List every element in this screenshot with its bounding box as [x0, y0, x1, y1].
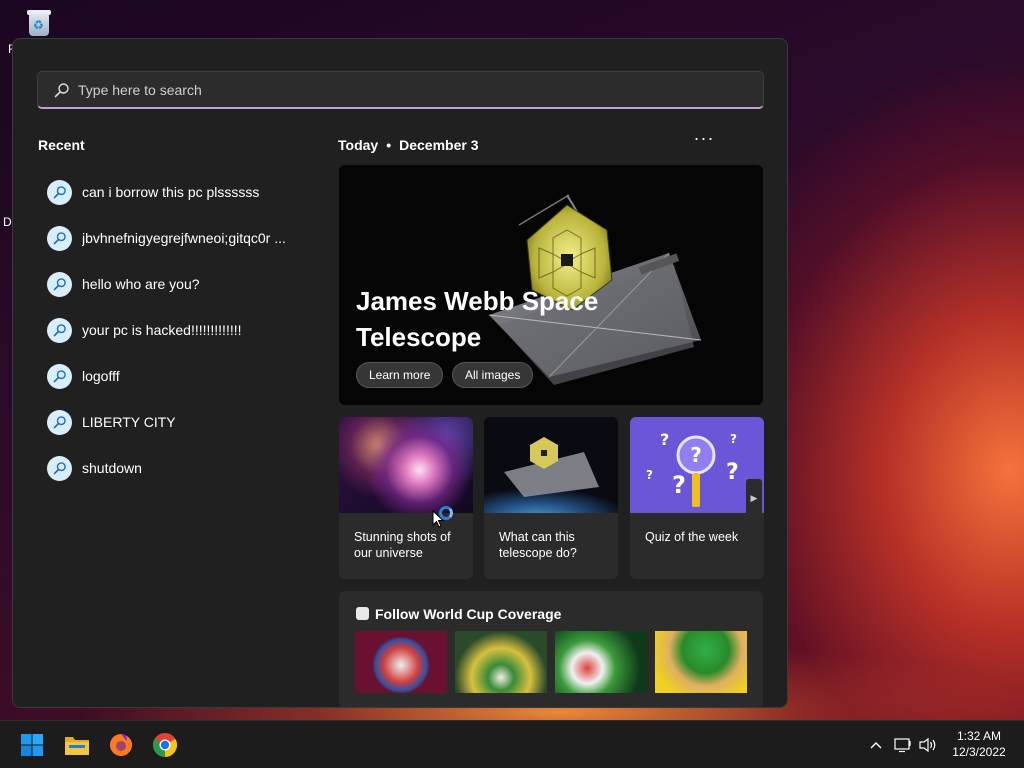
- recent-search-item[interactable]: logofff: [47, 353, 317, 399]
- search-panel: Recent can i borrow this pc plssssss jbv…: [12, 38, 788, 708]
- flags-ball-image[interactable]: [555, 631, 647, 693]
- network-button[interactable]: [892, 733, 914, 757]
- firefox-icon: [110, 734, 132, 756]
- chrome-button[interactable]: [149, 729, 181, 761]
- busy-spinner-icon: [439, 506, 453, 520]
- search-icon: [47, 271, 72, 297]
- svg-text:?: ?: [672, 471, 686, 499]
- card-label: Quiz of the week: [645, 530, 739, 544]
- galaxy-image: [339, 417, 473, 513]
- volume-button[interactable]: [917, 733, 939, 757]
- svg-text:?: ?: [660, 430, 669, 449]
- today-separator: •: [386, 137, 392, 153]
- chevron-up-icon: [870, 742, 882, 749]
- recent-search-label: LIBERTY CITY: [82, 414, 176, 430]
- search-box[interactable]: [37, 71, 764, 109]
- search-icon: [47, 409, 72, 435]
- svg-text:?: ?: [690, 443, 702, 467]
- svg-text:?: ?: [726, 460, 739, 485]
- firefox-button[interactable]: [105, 729, 137, 761]
- stadium-image[interactable]: [455, 631, 547, 693]
- recent-search-item[interactable]: can i borrow this pc plssssss: [47, 169, 317, 215]
- search-icon: [47, 455, 72, 481]
- recent-search-label: your pc is hacked!!!!!!!!!!!!!: [82, 322, 242, 338]
- file-explorer-button[interactable]: [61, 729, 93, 761]
- windows-logo-icon: [21, 734, 43, 756]
- start-button[interactable]: [16, 729, 48, 761]
- today-date: December 3: [399, 137, 479, 153]
- search-icon: [47, 179, 72, 205]
- card-universe[interactable]: Stunning shots of our universe: [339, 417, 473, 579]
- search-icon: [54, 82, 70, 103]
- search-icon: [47, 225, 72, 251]
- quiz-image: ? ? ? ? ? ?: [630, 417, 764, 513]
- fan-image[interactable]: [655, 631, 747, 693]
- show-hidden-icons-button[interactable]: [865, 733, 887, 757]
- recent-search-label: logofff: [82, 368, 120, 384]
- card-label: Stunning shots of our universe: [354, 530, 451, 560]
- search-input[interactable]: [78, 72, 738, 108]
- all-images-button[interactable]: All images: [452, 362, 534, 388]
- speaker-icon: [919, 737, 936, 753]
- card-quiz[interactable]: ? ? ? ? ? ? Quiz of the week: [630, 417, 764, 579]
- worldcup-ball-image[interactable]: [355, 631, 447, 693]
- recycle-bin-icon[interactable]: ♻: [26, 8, 52, 36]
- worldcup-card[interactable]: Follow World Cup Coverage: [339, 591, 763, 707]
- learn-more-button[interactable]: Learn more: [356, 362, 444, 388]
- more-options-button[interactable]: ···: [693, 129, 715, 153]
- recent-search-item[interactable]: jbvhnefnigyegrejfwneoi;gitqc0r ...: [47, 215, 317, 261]
- recent-search-label: can i borrow this pc plssssss: [82, 184, 260, 200]
- hero-card[interactable]: James Webb Space Telescope Learn more Al…: [339, 165, 763, 405]
- clock-date: 12/3/2022: [952, 745, 1006, 759]
- recent-searches-list: can i borrow this pc plssssss jbvhnefnig…: [47, 169, 317, 491]
- plus-square-icon: [356, 607, 369, 620]
- telescope-thumbnail: [484, 417, 618, 513]
- search-icon: [47, 363, 72, 389]
- hero-title: James Webb Space Telescope: [356, 286, 599, 352]
- clock-time: 1:32 AM: [956, 729, 1002, 743]
- recent-search-label: jbvhnefnigyegrejfwneoi;gitqc0r ...: [82, 230, 286, 246]
- svg-text:?: ?: [730, 432, 737, 446]
- folder-icon: [65, 737, 89, 755]
- recent-heading: Recent: [38, 137, 85, 153]
- chrome-icon: [152, 733, 178, 757]
- today-header: Today • December 3: [338, 137, 479, 153]
- recent-search-label: hello who are you?: [82, 276, 200, 292]
- next-arrow-button[interactable]: ▶: [746, 479, 762, 517]
- card-label: What can this telescope do?: [499, 530, 577, 560]
- recent-search-item[interactable]: your pc is hacked!!!!!!!!!!!!!: [47, 307, 317, 353]
- svg-text:?: ?: [646, 468, 653, 482]
- taskbar-clock[interactable]: 1:32 AM 12/3/2022: [944, 729, 1014, 760]
- recent-search-label: shutdown: [82, 460, 142, 476]
- search-icon: [47, 317, 72, 343]
- recent-search-item[interactable]: hello who are you?: [47, 261, 317, 307]
- card-telescope[interactable]: What can this telescope do?: [484, 417, 618, 579]
- taskbar: 1:32 AM 12/3/2022: [0, 720, 1024, 768]
- worldcup-title: Follow World Cup Coverage: [375, 606, 562, 622]
- today-label: Today: [338, 137, 379, 153]
- recent-search-item[interactable]: shutdown: [47, 445, 317, 491]
- network-icon: [894, 738, 911, 753]
- recent-search-item[interactable]: LIBERTY CITY: [47, 399, 317, 445]
